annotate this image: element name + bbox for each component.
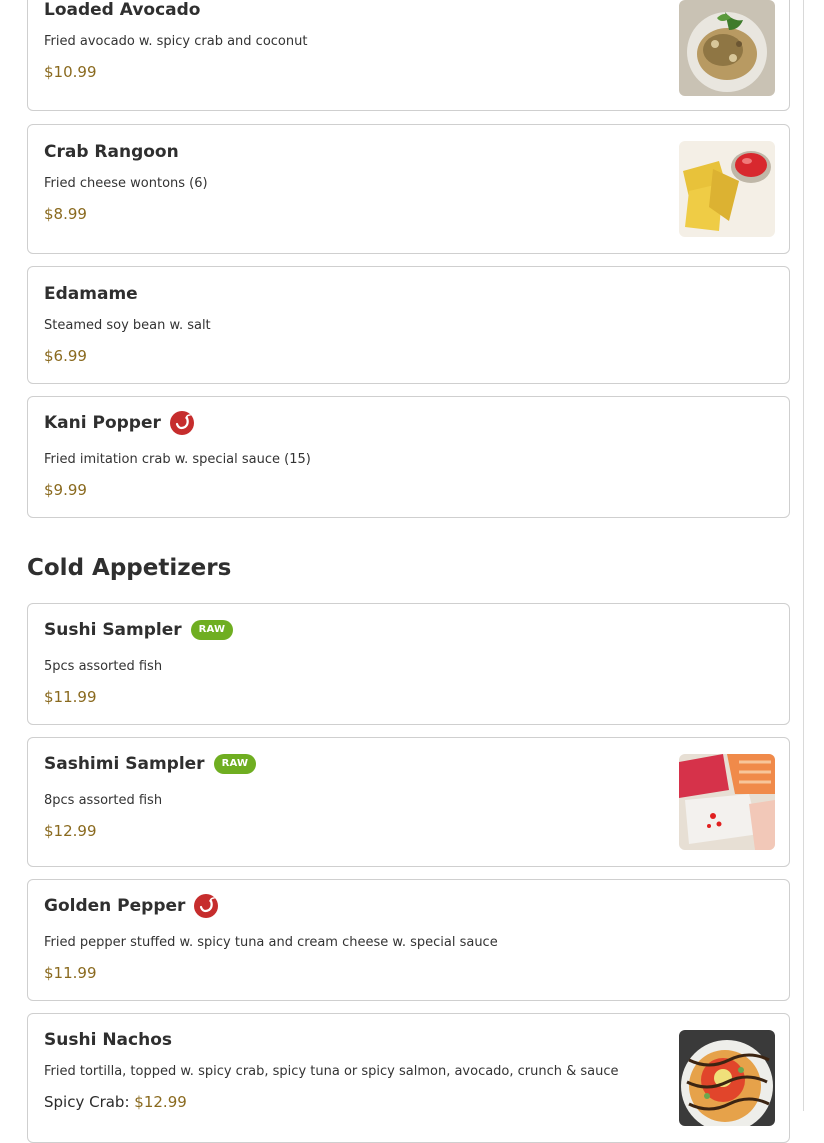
- menu-item-card[interactable]: Sushi Nachos Fried tortilla, topped w. s…: [27, 1013, 790, 1143]
- item-name-text: Golden Pepper: [44, 896, 186, 916]
- item-description: Fried tortilla, topped w. spicy crab, sp…: [44, 1064, 619, 1079]
- item-name-text: Sushi Sampler: [44, 620, 182, 640]
- item-price: $10.99: [44, 63, 97, 81]
- item-description: Fried avocado w. spicy crab and coconut: [44, 34, 308, 49]
- menu-item-card[interactable]: Crab Rangoon Fried cheese wontons (6) $8…: [27, 124, 790, 254]
- menu-item-card[interactable]: Sushi Sampler RAW 5pcs assorted fish $11…: [27, 603, 790, 725]
- item-price: $6.99: [44, 347, 87, 365]
- raw-badge: RAW: [190, 620, 234, 640]
- item-price: $8.99: [44, 205, 87, 223]
- item-description: Fried cheese wontons (6): [44, 176, 208, 191]
- item-name: Sashimi Sampler RAW: [44, 754, 257, 774]
- menu-item-card[interactable]: Loaded Avocado Fried avocado w. spicy cr…: [27, 0, 790, 111]
- item-name-text: Kani Popper: [44, 413, 161, 433]
- item-name: Sushi Nachos: [44, 1030, 172, 1050]
- section-heading: Cold Appetizers: [27, 555, 232, 581]
- item-price: Spicy Crab: $12.99: [44, 1093, 187, 1111]
- item-name: Golden Pepper: [44, 893, 219, 919]
- item-name: Kani Popper: [44, 410, 195, 436]
- item-price: $11.99: [44, 688, 97, 706]
- item-photo[interactable]: [679, 0, 775, 96]
- item-name: Loaded Avocado: [44, 0, 201, 20]
- item-photo[interactable]: [679, 754, 775, 850]
- item-price: $12.99: [44, 822, 97, 840]
- menu-item-card[interactable]: Kani Popper Fried imitation crab w. spec…: [27, 396, 790, 518]
- item-description: 8pcs assorted fish: [44, 793, 163, 808]
- item-description: 5pcs assorted fish: [44, 659, 163, 674]
- menu-item-card[interactable]: Edamame Steamed soy bean w. salt $6.99: [27, 266, 790, 384]
- menu-item-card[interactable]: Sashimi Sampler RAW 8pcs assorted fish $…: [27, 737, 790, 867]
- price-label: Spicy Crab:: [44, 1093, 130, 1111]
- scrollbar-track[interactable]: [803, 0, 804, 1111]
- item-description: Steamed soy bean w. salt: [44, 318, 211, 333]
- price-value: $12.99: [134, 1093, 187, 1111]
- spicy-pepper-icon: [194, 894, 219, 918]
- raw-badge: RAW: [213, 754, 257, 774]
- item-price: $9.99: [44, 481, 87, 499]
- item-photo[interactable]: [679, 141, 775, 237]
- spicy-pepper-icon: [169, 411, 194, 435]
- item-name: Sushi Sampler RAW: [44, 620, 234, 640]
- item-name: Edamame: [44, 284, 138, 304]
- item-description: Fried pepper stuffed w. spicy tuna and c…: [44, 935, 498, 950]
- item-photo[interactable]: [679, 1030, 775, 1126]
- item-name-text: Sashimi Sampler: [44, 754, 205, 774]
- item-name: Crab Rangoon: [44, 142, 179, 162]
- item-price: $11.99: [44, 964, 97, 982]
- item-description: Fried imitation crab w. special sauce (1…: [44, 452, 311, 467]
- menu-item-card[interactable]: Golden Pepper Fried pepper stuffed w. sp…: [27, 879, 790, 1001]
